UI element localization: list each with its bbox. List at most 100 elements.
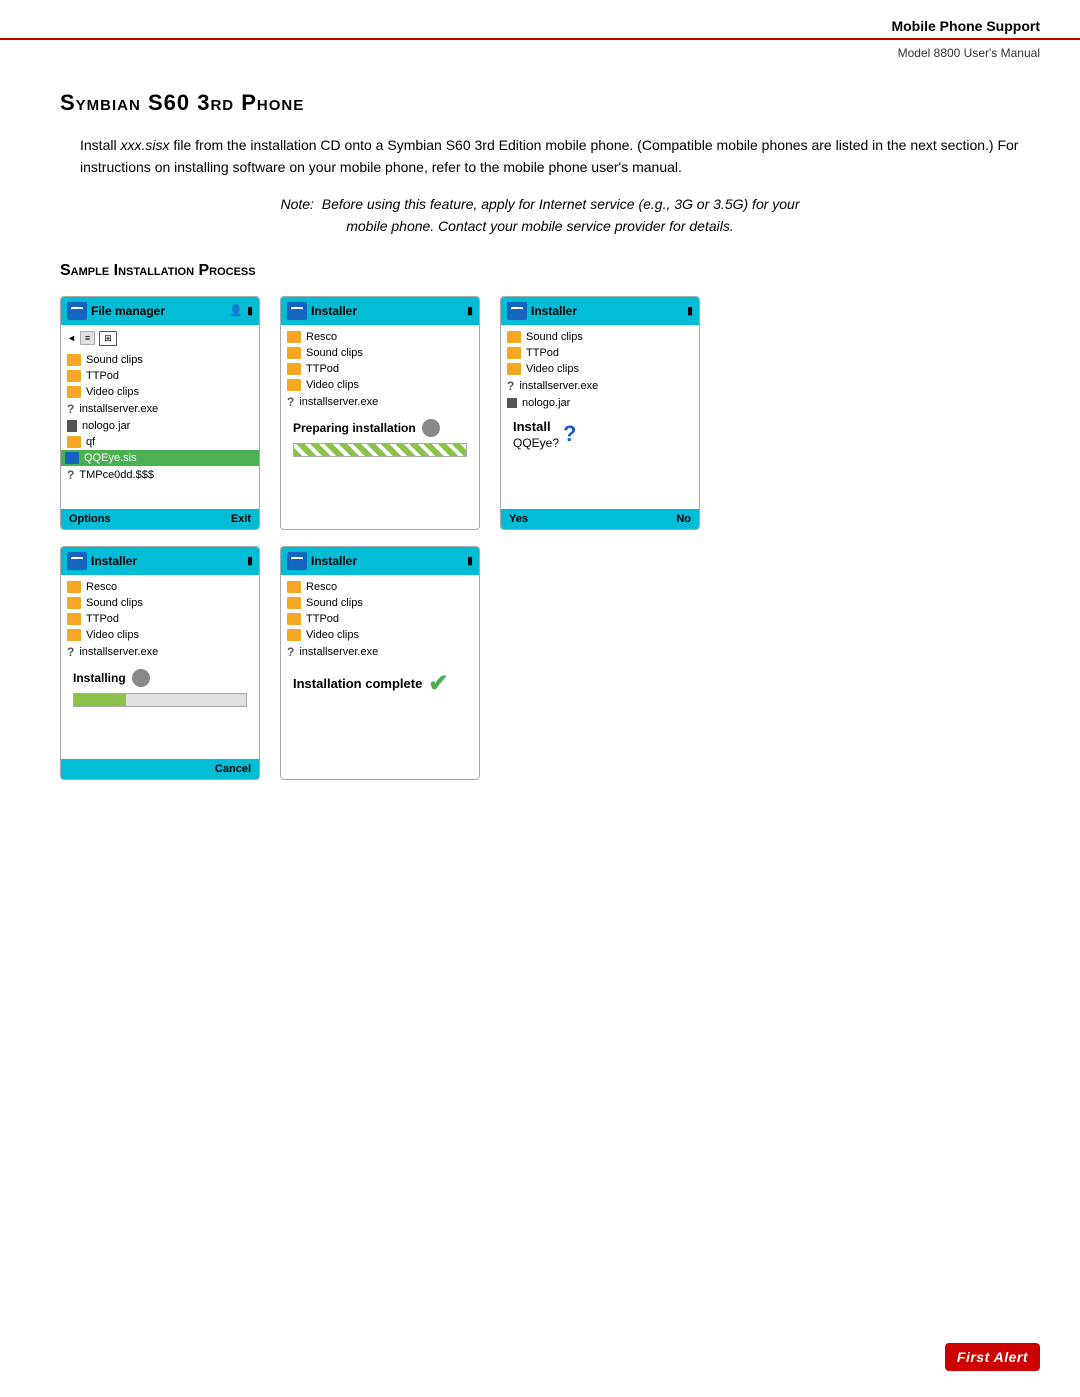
list-item: nologo.jar bbox=[67, 418, 253, 434]
folder-icon bbox=[67, 629, 81, 641]
options-button[interactable]: Options bbox=[69, 513, 111, 525]
section-heading: Sample Installation Process bbox=[60, 262, 1020, 280]
folder-icon bbox=[67, 386, 81, 398]
yes-button[interactable]: Yes bbox=[509, 513, 528, 525]
phone-topbar-3: Installer ▮ bbox=[501, 297, 699, 325]
screen3-body: Sound clips TTPod Video clips ? installs… bbox=[501, 325, 699, 505]
list-item: Video clips bbox=[67, 384, 253, 400]
screen1-title: File manager bbox=[91, 304, 165, 318]
exit-button[interactable]: Exit bbox=[231, 513, 251, 525]
battery-icon-4: ▮ bbox=[247, 554, 253, 567]
install-title: Install bbox=[513, 419, 559, 434]
big-question-icon: ? bbox=[563, 421, 576, 447]
list-item: TTPod bbox=[507, 345, 693, 361]
topbar-icons-2: ▮ bbox=[467, 304, 473, 317]
toolbar-view1: ≡ bbox=[80, 331, 95, 345]
topbar-left-1: File manager bbox=[67, 302, 165, 320]
phone-topbar-1: File manager 👤 ▮ bbox=[61, 297, 259, 325]
screen1-body: ◄ ≡ ⊞ Sound clips TTPod Video clips bbox=[61, 325, 259, 505]
topbar-left-5: Installer bbox=[287, 552, 357, 570]
footer: First Alert bbox=[945, 1349, 1040, 1367]
list-item: ? installserver.exe bbox=[287, 643, 473, 661]
gear-icon-4 bbox=[132, 669, 150, 687]
question-icon: ? bbox=[67, 402, 74, 416]
install-prompt: Install QQEye? ? bbox=[507, 411, 693, 458]
progress-bar-2 bbox=[293, 443, 467, 457]
topbar-left-2: Installer bbox=[287, 302, 357, 320]
first-alert-logo: First Alert bbox=[945, 1343, 1040, 1371]
progress-fill-4 bbox=[74, 694, 126, 706]
list-item-selected: QQEye.sis bbox=[61, 450, 259, 466]
topbar-left-3: Installer bbox=[507, 302, 577, 320]
battery-icon-2: ▮ bbox=[467, 304, 473, 317]
folder-icon bbox=[67, 613, 81, 625]
checkmark-icon: ✔ bbox=[428, 669, 448, 698]
file-manager-toolbar: ◄ ≡ ⊞ bbox=[67, 329, 253, 348]
folder-icon bbox=[287, 581, 301, 593]
progress-section-4: Installing bbox=[67, 661, 253, 711]
list-item: TTPod bbox=[287, 611, 473, 627]
phone-screen-4: Installer ▮ Resco Sound clips TTPod bbox=[60, 546, 260, 780]
screen3-title: Installer bbox=[531, 304, 577, 318]
list-item: Video clips bbox=[287, 377, 473, 393]
screen3-navbar: Yes No bbox=[501, 509, 699, 529]
list-item: Video clips bbox=[287, 627, 473, 643]
complete-text: Installation complete bbox=[293, 676, 422, 691]
body-paragraph: Install xxx.sisx file from the installat… bbox=[60, 134, 1020, 179]
phone-screen-1: File manager 👤 ▮ ◄ ≡ ⊞ Sound clips bbox=[60, 296, 260, 530]
list-item: ? installserver.exe bbox=[507, 377, 693, 395]
app-icon-3 bbox=[507, 302, 527, 320]
list-item: Sound clips bbox=[67, 352, 253, 368]
phone-topbar-4: Installer ▮ bbox=[61, 547, 259, 575]
phone-topbar-2: Installer ▮ bbox=[281, 297, 479, 325]
progress-label-2: Preparing installation bbox=[293, 419, 467, 437]
list-item: TTPod bbox=[287, 361, 473, 377]
screen2-body: Resco Sound clips TTPod Video clips ? in… bbox=[281, 325, 479, 505]
question-icon: ? bbox=[507, 379, 514, 393]
page-title: Symbian S60 3rd Phone bbox=[60, 90, 1020, 116]
list-item: nologo.jar bbox=[507, 395, 693, 411]
cancel-button[interactable]: Cancel bbox=[215, 763, 251, 775]
battery-icon-3: ▮ bbox=[687, 304, 693, 317]
screen4-body: Resco Sound clips TTPod Video clips ? in… bbox=[61, 575, 259, 755]
folder-icon bbox=[507, 347, 521, 359]
gear-icon-2 bbox=[422, 419, 440, 437]
screen2-title: Installer bbox=[311, 304, 357, 318]
list-item: TTPod bbox=[67, 368, 253, 384]
list-item: Resco bbox=[287, 579, 473, 595]
app-icon-2 bbox=[287, 302, 307, 320]
screen5-body: Resco Sound clips TTPod Video clips ? in… bbox=[281, 575, 479, 755]
folder-icon bbox=[67, 581, 81, 593]
progress-section-2: Preparing installation bbox=[287, 411, 473, 461]
question-icon: ? bbox=[67, 645, 74, 659]
list-item: Video clips bbox=[507, 361, 693, 377]
topbar-icons-4: ▮ bbox=[247, 554, 253, 567]
app-icon-5 bbox=[287, 552, 307, 570]
screen1-navbar: Options Exit bbox=[61, 509, 259, 529]
phone-topbar-5: Installer ▮ bbox=[281, 547, 479, 575]
main-content: Symbian S60 3rd Phone Install xxx.sisx f… bbox=[0, 70, 1080, 820]
question-icon: ? bbox=[67, 468, 74, 482]
screen4-navbar: Cancel bbox=[61, 759, 259, 779]
install-app-name: QQEye? bbox=[513, 436, 559, 450]
header-title: Mobile Phone Support bbox=[891, 18, 1040, 34]
phones-grid: File manager 👤 ▮ ◄ ≡ ⊞ Sound clips bbox=[60, 296, 1020, 780]
no-button[interactable]: No bbox=[676, 513, 691, 525]
phone-screen-2: Installer ▮ Resco Sound clips TTPod bbox=[280, 296, 480, 530]
list-item: Video clips bbox=[67, 627, 253, 643]
topbar-icons-5: ▮ bbox=[467, 554, 473, 567]
folder-icon bbox=[287, 347, 301, 359]
installing-text: Installing bbox=[73, 671, 126, 685]
folder-icon bbox=[67, 436, 81, 448]
toolbar-view2: ⊞ bbox=[99, 331, 117, 346]
app-icon-4 bbox=[67, 552, 87, 570]
list-item: Resco bbox=[287, 329, 473, 345]
list-item: Resco bbox=[67, 579, 253, 595]
folder-icon bbox=[287, 331, 301, 343]
back-arrow: ◄ bbox=[67, 333, 76, 343]
phone-screen-3: Installer ▮ Sound clips TTPod Video clip… bbox=[500, 296, 700, 530]
phone-screen-5: Installer ▮ Resco Sound clips TTPod bbox=[280, 546, 480, 780]
list-item: Sound clips bbox=[507, 329, 693, 345]
topbar-left-4: Installer bbox=[67, 552, 137, 570]
list-item: ? installserver.exe bbox=[67, 400, 253, 418]
